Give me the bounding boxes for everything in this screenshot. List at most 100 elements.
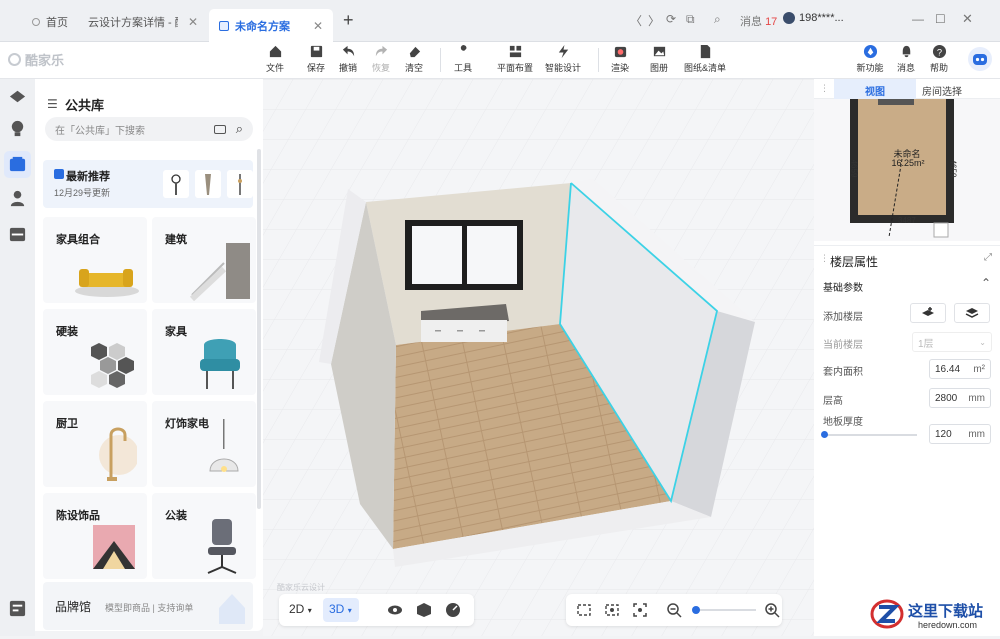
library-icon[interactable] xyxy=(8,155,27,174)
camera-search-icon[interactable] xyxy=(213,124,226,134)
chevron-up-icon[interactable]: ⌃ xyxy=(981,276,991,290)
category-card-office[interactable]: 公装 xyxy=(152,493,256,579)
lightbulb-icon[interactable] xyxy=(8,119,27,138)
category-card-hard-decor[interactable]: 硬装 xyxy=(43,309,147,395)
cube-icon[interactable] xyxy=(416,602,432,618)
render-button[interactable]: 渲染 xyxy=(603,44,637,74)
floor-height-field[interactable]: 2800 mm xyxy=(929,388,991,408)
tools-button[interactable]: 工具 xyxy=(446,44,480,74)
recent-recommend-card[interactable]: 最新推荐 12月29号更新 xyxy=(43,160,253,208)
browser-tab-bar: 首页 云设计方案详情 - 酷家... ✕ 未命名方案 ✕ + 〈 〉 ⟳ ⧉ ⌕… xyxy=(0,0,1000,42)
new-tab-plus-icon[interactable]: + xyxy=(343,10,354,31)
inner-area-label: 套内面积 xyxy=(823,367,863,378)
drawings-list-button[interactable]: 图纸&清单 xyxy=(683,44,727,74)
floor-thickness-label: 地板厚度 xyxy=(823,417,863,428)
tv-cabinet[interactable] xyxy=(421,320,507,342)
smart-design-button[interactable]: 智能设计 xyxy=(543,44,583,74)
zoom-slider-handle[interactable] xyxy=(692,606,700,614)
basic-params-section[interactable]: 基础参数 ⌃ xyxy=(814,275,1000,295)
3d-view-button[interactable]: 3D ▾ xyxy=(323,598,359,622)
stairs-door-thumbnail xyxy=(189,243,250,301)
maximize-icon[interactable]: ☐ xyxy=(935,12,946,26)
back-icon[interactable]: 〈 xyxy=(630,12,642,29)
expand-icon[interactable]: ⤢ xyxy=(984,252,992,263)
help-label: 帮助 xyxy=(929,63,948,73)
zoom-in-icon[interactable] xyxy=(764,602,780,618)
exit-panel-icon[interactable] xyxy=(8,599,27,618)
eye-icon[interactable] xyxy=(387,602,403,618)
brand-hall-card[interactable]: 品牌馆 模型即商品 | 支持询单 xyxy=(43,582,253,630)
refresh-icon[interactable]: ⟳ xyxy=(666,12,676,26)
drag-handle-icon[interactable]: ⋮ xyxy=(820,83,829,94)
album-button[interactable]: 图册 xyxy=(642,44,676,74)
copy-icon[interactable]: ⧉ xyxy=(686,12,695,27)
category-card-furniture[interactable]: 家具 xyxy=(152,309,256,395)
category-card-furniture-combo[interactable]: 家具组合 xyxy=(43,217,147,303)
current-floor-select[interactable]: 1层 ⌄ xyxy=(912,332,992,352)
new-features-label: 新功能 xyxy=(856,63,884,73)
forward-icon[interactable]: 〉 xyxy=(648,12,660,29)
camera-view-icon[interactable] xyxy=(576,602,592,618)
add-floor-label: 添加楼层 xyxy=(823,312,863,323)
chevron-down-icon: ⌄ xyxy=(979,337,986,347)
clear-button[interactable]: 清空 xyxy=(397,44,431,74)
room-3d-render[interactable] xyxy=(263,79,814,636)
messages-button[interactable]: 消息 xyxy=(889,44,923,74)
minimap[interactable]: 未命名 16.25m² 4659 4659 3487 xyxy=(814,99,1000,241)
2d-view-button[interactable]: 2D ▾ xyxy=(289,602,312,616)
save-button[interactable]: 保存 xyxy=(299,44,333,74)
messages-link[interactable]: 消息 17 xyxy=(740,13,777,29)
close-icon[interactable]: ✕ xyxy=(188,15,198,29)
svg-text:?: ? xyxy=(936,47,941,57)
cube-layers-icon[interactable] xyxy=(8,87,27,106)
floor-layout-button[interactable]: 平面布置 xyxy=(494,44,536,74)
floor-thickness-slider-handle[interactable] xyxy=(821,431,828,438)
floor-thickness-slider-track[interactable] xyxy=(823,434,917,436)
minimize-icon[interactable]: — xyxy=(912,12,924,26)
add-floor-below-button[interactable] xyxy=(954,303,990,323)
layers-icon xyxy=(965,308,979,318)
cabinet-icon[interactable] xyxy=(8,225,27,244)
close-window-icon[interactable]: ✕ xyxy=(962,11,973,27)
inner-area-value: 16.44 xyxy=(935,363,961,375)
user-icon[interactable] xyxy=(8,189,27,208)
close-icon[interactable]: ✕ xyxy=(313,19,323,33)
category-card-building[interactable]: 建筑 xyxy=(152,217,256,303)
brand-subtitle: 模型即商品 | 支持询单 xyxy=(105,603,194,613)
gauge-icon[interactable] xyxy=(445,602,461,618)
floor-thickness-field[interactable]: 120 mm xyxy=(929,424,991,444)
help-button[interactable]: ? 帮助 xyxy=(922,44,956,74)
add-floor-above-button[interactable] xyxy=(910,303,946,323)
category-card-lighting-appliance[interactable]: 灯饰家电 xyxy=(152,401,256,487)
tab-home[interactable]: 首页 xyxy=(22,9,78,35)
lightning-icon xyxy=(558,44,568,59)
tab-cloud-design[interactable]: 云设计方案详情 - 酷家... ✕ xyxy=(78,9,208,35)
category-card-decor[interactable]: 陈设饰品 xyxy=(43,493,147,579)
user-account[interactable]: 198****... xyxy=(783,12,844,24)
inner-area-field[interactable]: 16.44 m² xyxy=(929,359,991,379)
redo-button[interactable]: 恢复 xyxy=(364,44,398,74)
category-card-kitchen-bath[interactable]: 厨卫 xyxy=(43,401,147,487)
zoom-slider-track[interactable] xyxy=(694,609,756,611)
camera-rotate-icon[interactable] xyxy=(604,602,620,618)
3d-viewport[interactable]: 酷家乐云设计 xyxy=(263,79,814,636)
tab-room-select[interactable]: 房间选择 xyxy=(922,83,962,98)
tab-untitled-plan[interactable]: 未命名方案 ✕ xyxy=(209,9,333,42)
robot-assistant-icon[interactable] xyxy=(968,47,992,71)
library-scrollbar[interactable] xyxy=(257,149,261,509)
search-icon[interactable]: ⌕ xyxy=(714,12,721,27)
redo-label: 恢复 xyxy=(371,63,390,73)
drag-handle-icon[interactable]: ⋮ xyxy=(820,253,829,264)
left-icon-rail xyxy=(0,79,35,636)
file-button[interactable]: 文件 xyxy=(258,44,292,74)
library-search-input[interactable]: 在「公共库」下搜索 ⌕ xyxy=(45,117,253,141)
messages-label: 消息 xyxy=(740,16,762,28)
document-icon xyxy=(700,44,710,59)
search-icon[interactable]: ⌕ xyxy=(236,121,243,137)
undo-button[interactable]: 撤销 xyxy=(331,44,365,74)
floor-height-unit: mm xyxy=(968,392,985,404)
new-features-button[interactable]: 新功能 xyxy=(853,44,887,74)
zoom-out-icon[interactable] xyxy=(666,602,682,618)
fit-view-icon[interactable] xyxy=(632,602,648,618)
tab-view[interactable]: 视图 xyxy=(834,79,916,99)
